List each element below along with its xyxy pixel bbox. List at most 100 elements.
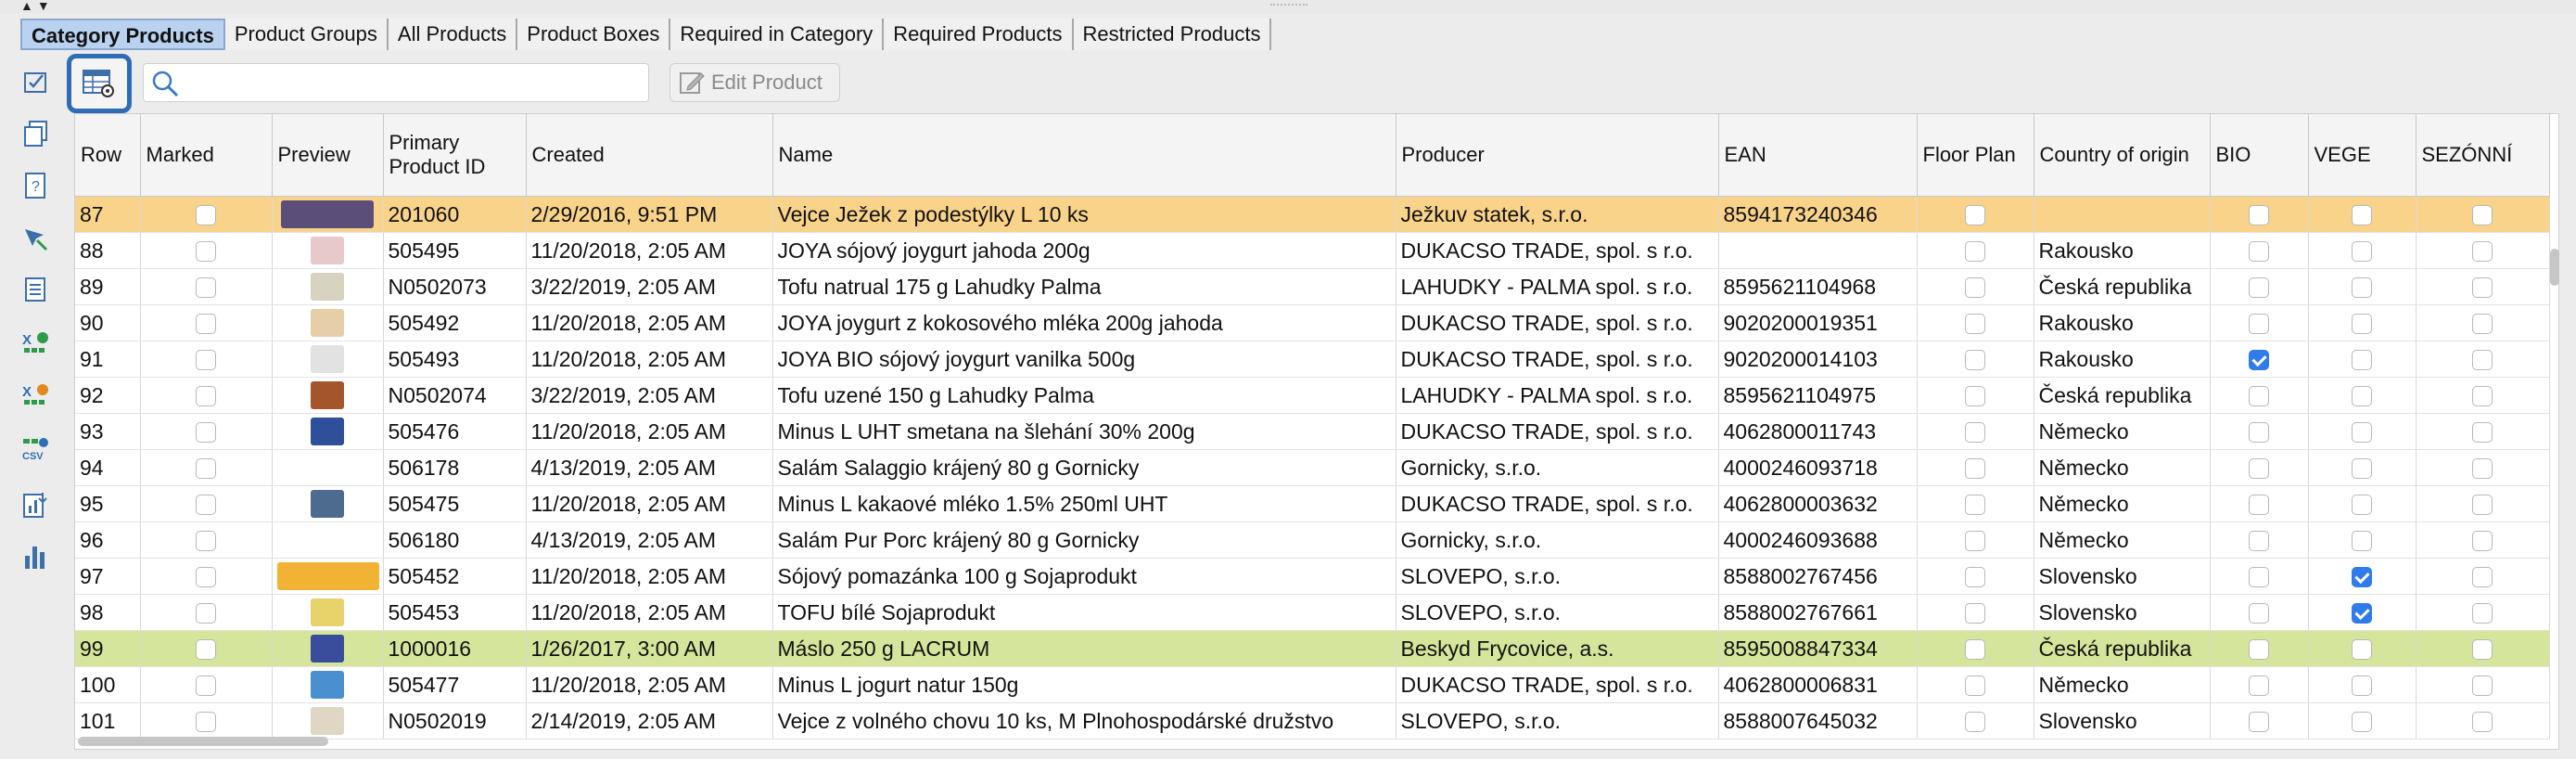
floor-plan-checkbox[interactable] (1965, 495, 1985, 516)
bio-checkbox[interactable] (2249, 241, 2269, 263)
export-xls-button[interactable]: X (19, 327, 52, 360)
sezonni-checkbox[interactable] (2472, 603, 2493, 624)
tab-required-in-category[interactable]: Required in Category (670, 19, 885, 50)
vertical-scrollbar[interactable] (2550, 249, 2559, 286)
column-header-producer[interactable]: Producer (1396, 114, 1719, 197)
sezonni-checkbox[interactable] (2472, 639, 2493, 661)
bio-checkbox[interactable] (2249, 458, 2269, 480)
table-row[interactable]: 99 1000016 1/26/2017, 3:00 AM Máslo 250 g L… (75, 630, 2550, 667)
marked-checkbox[interactable] (196, 386, 216, 407)
vege-checkbox[interactable] (2352, 458, 2372, 480)
column-header-bio[interactable]: BIO (2210, 114, 2309, 197)
table-row[interactable]: 93 505476 11/20/2018, 2:05 AM Minus L UHT s… (75, 413, 2550, 450)
sezonni-checkbox[interactable] (2472, 567, 2493, 588)
table-row[interactable]: 88 505495 11/20/2018, 2:05 AM JOYA sójový j… (75, 232, 2550, 269)
marked-checkbox[interactable] (196, 277, 216, 299)
tab-required-products[interactable]: Required Products (884, 19, 1074, 50)
bio-checkbox[interactable] (2249, 639, 2269, 661)
floor-plan-checkbox[interactable] (1965, 567, 1985, 588)
sezonni-checkbox[interactable] (2472, 458, 2493, 480)
floor-plan-checkbox[interactable] (1965, 712, 1985, 733)
marked-checkbox[interactable] (196, 241, 216, 263)
bio-checkbox[interactable] (2249, 422, 2269, 444)
sezonni-checkbox[interactable] (2472, 386, 2493, 407)
floor-plan-checkbox[interactable] (1965, 241, 1985, 263)
vege-checkbox[interactable] (2352, 495, 2372, 516)
column-header-country-of-origin[interactable]: Country of origin (2034, 114, 2211, 197)
floor-plan-checkbox[interactable] (1965, 675, 1985, 697)
floor-plan-checkbox[interactable] (1965, 531, 1985, 552)
vege-checkbox[interactable] (2352, 386, 2372, 407)
table-row[interactable]: 92 N0502074 3/22/2019, 2:05 AM Tofu uzené 1… (75, 377, 2550, 414)
chart-sort-button[interactable] (19, 488, 52, 521)
column-header-ean[interactable]: EAN (1718, 114, 1918, 197)
marked-checkbox[interactable] (196, 205, 216, 226)
bio-checkbox[interactable] (2249, 205, 2269, 226)
floor-plan-checkbox[interactable] (1965, 639, 1985, 661)
vege-checkbox[interactable] (2352, 567, 2372, 588)
floor-plan-checkbox[interactable] (1965, 386, 1985, 407)
column-header-sez-nn-[interactable]: SEZÓNNÍ (2416, 114, 2550, 197)
marked-checkbox[interactable] (196, 639, 216, 661)
vege-checkbox[interactable] (2352, 277, 2372, 299)
table-row[interactable]: 95 505475 11/20/2018, 2:05 AM Minus L kakao… (75, 485, 2550, 522)
vege-checkbox[interactable] (2352, 531, 2372, 552)
table-row[interactable]: 87 201060 2/29/2016, 9:51 PM Vejce Ježek z … (75, 196, 2550, 233)
marked-checkbox[interactable] (196, 350, 216, 371)
horizontal-scrollbar[interactable] (78, 737, 328, 746)
tab-product-boxes[interactable]: Product Boxes (517, 19, 671, 50)
table-row[interactable]: 100 505477 11/20/2018, 2:05 AM Minus L jogu… (75, 666, 2550, 703)
vege-checkbox[interactable] (2352, 639, 2372, 661)
sezonni-checkbox[interactable] (2472, 277, 2493, 299)
bio-checkbox[interactable] (2249, 386, 2269, 407)
marked-checkbox[interactable] (196, 675, 216, 697)
bio-checkbox[interactable] (2249, 350, 2269, 371)
bar-chart-button[interactable] (19, 540, 52, 573)
vege-checkbox[interactable] (2352, 241, 2372, 263)
floor-plan-checkbox[interactable] (1965, 458, 1985, 480)
sezonni-checkbox[interactable] (2472, 422, 2493, 444)
sezonni-checkbox[interactable] (2472, 205, 2493, 226)
search-field[interactable] (143, 63, 649, 102)
column-header-name[interactable]: Name (772, 114, 1396, 197)
bio-checkbox[interactable] (2249, 603, 2269, 624)
column-header-created[interactable]: Created (526, 114, 773, 197)
bio-checkbox[interactable] (2249, 567, 2269, 588)
column-header-row[interactable]: Row (75, 114, 141, 197)
copy-button[interactable] (19, 117, 52, 150)
marked-checkbox[interactable] (196, 567, 216, 588)
floor-plan-checkbox[interactable] (1965, 422, 1985, 444)
move-button[interactable] (19, 221, 52, 254)
sezonni-checkbox[interactable] (2472, 241, 2493, 263)
table-row[interactable]: 90 505492 11/20/2018, 2:05 AM JOYA joygurt … (75, 304, 2550, 341)
vege-checkbox[interactable] (2352, 603, 2372, 624)
list-button[interactable] (19, 273, 52, 306)
export-csv-button[interactable]: CSV (19, 434, 52, 468)
collapse-arrows-icon[interactable]: ▲▼ (20, 0, 54, 12)
checklist-button[interactable] (19, 65, 52, 98)
column-header-preview[interactable]: Preview (272, 114, 384, 197)
marked-checkbox[interactable] (196, 712, 216, 733)
table-row[interactable]: 94 506178 4/13/2019, 2:05 AM Salám Salaggio… (75, 449, 2550, 486)
tab-product-groups[interactable]: Product Groups (224, 19, 389, 50)
table-row[interactable]: 89 N0502073 3/22/2019, 2:05 AM Tofu natrual… (75, 268, 2550, 305)
vege-checkbox[interactable] (2352, 712, 2372, 733)
sezonni-checkbox[interactable] (2472, 675, 2493, 697)
sezonni-checkbox[interactable] (2472, 350, 2493, 371)
column-header-floor-plan[interactable]: Floor Plan (1917, 114, 2034, 197)
tab-restricted-products[interactable]: Restricted Products (1073, 19, 1272, 50)
bio-checkbox[interactable] (2249, 495, 2269, 516)
floor-plan-checkbox[interactable] (1965, 277, 1985, 299)
sezonni-checkbox[interactable] (2472, 712, 2493, 733)
vege-checkbox[interactable] (2352, 422, 2372, 444)
marked-checkbox[interactable] (196, 422, 216, 444)
edit-product-button[interactable]: Edit Product (670, 63, 840, 102)
table-row[interactable]: 91 505493 11/20/2018, 2:05 AM JOYA BIO sójo… (75, 341, 2550, 378)
table-row[interactable]: 101 N0502019 2/14/2019, 2:05 AM Vejce z vol… (75, 702, 2550, 740)
sezonni-checkbox[interactable] (2472, 531, 2493, 552)
floor-plan-checkbox[interactable] (1965, 205, 1985, 226)
table-settings-button[interactable] (67, 54, 132, 113)
marked-checkbox[interactable] (196, 603, 216, 624)
marked-checkbox[interactable] (196, 458, 216, 480)
vege-checkbox[interactable] (2352, 205, 2372, 226)
